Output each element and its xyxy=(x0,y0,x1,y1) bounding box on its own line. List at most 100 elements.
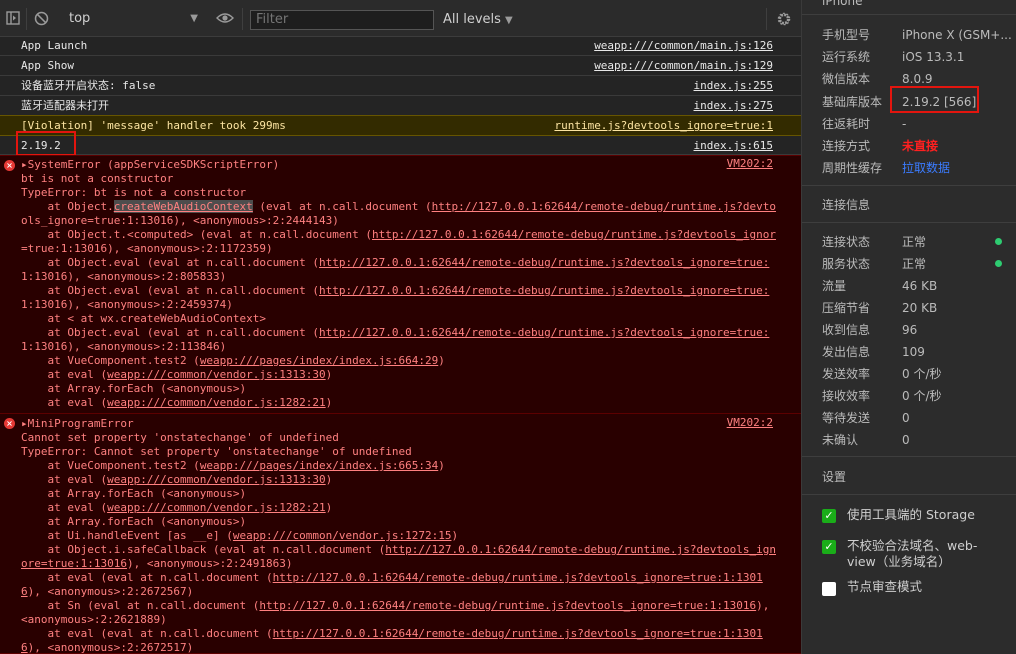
stack-link[interactable]: 6 xyxy=(21,585,28,598)
stack-line: at VueComponent.test2 (weapp:///pages/in… xyxy=(21,354,445,367)
stack-line: at Object.createWebAudioContext (eval at… xyxy=(21,200,776,213)
log-row: App Show weapp:///common/main.js:129 xyxy=(0,56,801,76)
conn-value: 20 KB xyxy=(902,301,938,315)
conn-label: 接收效率 xyxy=(822,389,871,403)
skip-domain-check-label: 不校验合法域名、web- xyxy=(847,538,978,553)
log-row-version: 2.19.2 index.js:615 xyxy=(0,136,801,155)
stack-link[interactable]: http://127.0.0.1:62644/remote-debug/runt… xyxy=(319,284,769,297)
log-source-link[interactable]: weapp:///common/main.js:126 xyxy=(594,36,773,56)
warning-row: [Violation] 'message' handler took 299ms… xyxy=(0,115,801,136)
device-label: 基础库版本 xyxy=(822,95,883,109)
log-source-link[interactable]: index.js:255 xyxy=(694,76,773,96)
conn-label: 未确认 xyxy=(822,433,859,447)
clear-console-icon[interactable] xyxy=(34,11,49,29)
gear-icon[interactable] xyxy=(776,11,792,30)
conn-label: 流量 xyxy=(822,279,847,293)
stack-link[interactable]: weapp:///common/vendor.js:1313:30 xyxy=(107,368,326,381)
device-label: 周期性缓存 xyxy=(822,161,883,175)
log-levels-dropdown[interactable]: All levels ▼ xyxy=(443,10,513,31)
panel-divider xyxy=(802,14,1016,15)
stack-line: at Object.i.safeCallback (eval at n.call… xyxy=(21,543,776,556)
stack-link[interactable]: weapp:///common/vendor.js:1313:30 xyxy=(107,473,326,486)
stack-line: at eval (eval at n.call.document (http:/… xyxy=(21,627,763,640)
device-label: 运行系统 xyxy=(822,50,871,64)
stack-link[interactable]: weapp:///common/vendor.js:1282:21 xyxy=(107,396,326,409)
filter-input[interactable] xyxy=(250,10,434,30)
stack-line: at eval (weapp:///common/vendor.js:1313:… xyxy=(21,368,333,381)
stack-link[interactable]: http://127.0.0.1:62644/remote-debug/runt… xyxy=(385,543,776,556)
conn-value: 正常 xyxy=(902,257,927,271)
stack-link[interactable]: 6 xyxy=(21,641,28,654)
status-ok-icon xyxy=(995,260,1002,267)
console-toolbar: top ▼ All levels▼ xyxy=(0,0,801,37)
device-label: 连接方式 xyxy=(822,139,871,153)
error-block-miniprogram: × ▸MiniProgramError VM202:2 Cannot set p… xyxy=(0,413,801,654)
toolbar-divider xyxy=(766,8,767,30)
stack-line: at Object.t.<computed> (eval at n.call.d… xyxy=(21,228,776,241)
stack-line: at Array.forEach (<anonymous>) xyxy=(21,382,247,395)
status-ok-icon xyxy=(995,238,1002,245)
stack-line: at Object.eval (eval at n.call.document … xyxy=(21,284,770,297)
error-source-link[interactable]: VM202:2 xyxy=(727,415,773,431)
conn-value: 0 个/秒 xyxy=(902,389,942,403)
eye-icon[interactable] xyxy=(216,11,234,28)
stack-link[interactable]: http://127.0.0.1:62644/remote-debug/runt… xyxy=(259,599,756,612)
stack-link[interactable]: http://127.0.0.1:62644/remote-debug/runt… xyxy=(372,228,776,241)
chevron-down-icon: ▼ xyxy=(504,15,513,26)
stack-link[interactable]: http://127.0.0.1:62644/remote-debug/runt… xyxy=(273,571,763,584)
conn-value: 96 xyxy=(902,323,918,337)
error-line: Cannot set property 'onstatechange' of u… xyxy=(21,431,339,444)
pull-data-link[interactable]: 拉取数据 xyxy=(902,161,950,175)
device-label: 往返耗时 xyxy=(822,117,871,131)
error-title[interactable]: ▸SystemError (appServiceSDKScriptError) xyxy=(21,158,279,172)
device-value: iPhone X (GSM+... xyxy=(902,28,1012,42)
context-selector[interactable]: top ▼ xyxy=(62,8,202,30)
warning-source-link[interactable]: runtime.js?devtools_ignore=true:1 xyxy=(554,116,773,136)
sidebar-toggle-icon[interactable] xyxy=(6,11,20,28)
stack-line: 1:13016), <anonymous>:2:113846) xyxy=(21,340,227,353)
error-line: bt is not a constructor xyxy=(21,172,174,185)
stack-link[interactable]: http://127.0.0.1:62644/remote-debug/runt… xyxy=(273,627,763,640)
stack-link[interactable]: http://127.0.0.1:62644/remote-debug/runt… xyxy=(432,200,776,213)
device-value: iOS 13.3.1 xyxy=(902,50,965,64)
device-value: 8.0.9 xyxy=(902,72,933,86)
conn-value: 46 KB xyxy=(902,279,938,293)
panel-header-connection: 连接信息 xyxy=(822,198,871,212)
stack-link[interactable]: http://127.0.0.1:62644/remote-debug/runt… xyxy=(319,326,769,339)
stack-line: at Object.eval (eval at n.call.document … xyxy=(21,256,770,269)
stack-line: <anonymous>:2:2621889) xyxy=(21,613,167,626)
chevron-down-icon: ▼ xyxy=(190,13,198,24)
toolbar-divider xyxy=(242,8,243,30)
stack-link[interactable]: ore=true:1:13016 xyxy=(21,557,127,570)
stack-link[interactable]: http://127.0.0.1:62644/remote-debug/runt… xyxy=(319,256,769,269)
error-block-system: × ▸SystemError (appServiceSDKScriptError… xyxy=(0,155,801,414)
stack-link[interactable]: weapp:///common/vendor.js:1282:21 xyxy=(107,501,326,514)
device-label: 微信版本 xyxy=(822,72,871,86)
stack-link[interactable]: weapp:///pages/index/index.js:665:34 xyxy=(200,459,438,472)
conn-label: 服务状态 xyxy=(822,257,871,271)
log-source-link[interactable]: index.js:615 xyxy=(694,136,773,156)
skip-domain-check-checkbox[interactable]: ✓ xyxy=(822,540,836,554)
log-source-link[interactable]: weapp:///common/main.js:129 xyxy=(594,56,773,76)
error-source-link[interactable]: VM202:2 xyxy=(727,156,773,172)
stack-link[interactable]: weapp:///pages/index/index.js:664:29 xyxy=(200,354,438,367)
conn-label: 发送效率 xyxy=(822,367,871,381)
stack-link[interactable]: weapp:///common/vendor.js:1272:15 xyxy=(233,529,452,542)
stack-line: at eval (eval at n.call.document (http:/… xyxy=(21,571,763,584)
log-levels-value: All levels xyxy=(443,12,501,27)
toolbar-divider xyxy=(26,8,27,30)
stack-line: at Array.forEach (<anonymous>) xyxy=(21,515,247,528)
panel-divider xyxy=(802,494,1016,495)
stack-line: at eval (weapp:///common/vendor.js:1282:… xyxy=(21,501,333,514)
stack-line: at < at wx.createWebAudioContext> xyxy=(21,312,267,325)
skip-domain-check-label-line2: view（业务域名） xyxy=(847,554,951,569)
stack-line: at eval (weapp:///common/vendor.js:1282:… xyxy=(21,396,333,409)
storage-checkbox[interactable]: ✓ xyxy=(822,509,836,523)
panel-divider xyxy=(802,185,1016,186)
error-title[interactable]: ▸MiniProgramError xyxy=(21,417,134,431)
node-inspect-checkbox[interactable] xyxy=(822,582,836,596)
log-source-link[interactable]: index.js:275 xyxy=(694,96,773,116)
log-row: 蓝牙适配器未打开 index.js:275 xyxy=(0,96,801,116)
log-message: App Launch xyxy=(21,39,88,52)
stack-line: at VueComponent.test2 (weapp:///pages/in… xyxy=(21,459,445,472)
